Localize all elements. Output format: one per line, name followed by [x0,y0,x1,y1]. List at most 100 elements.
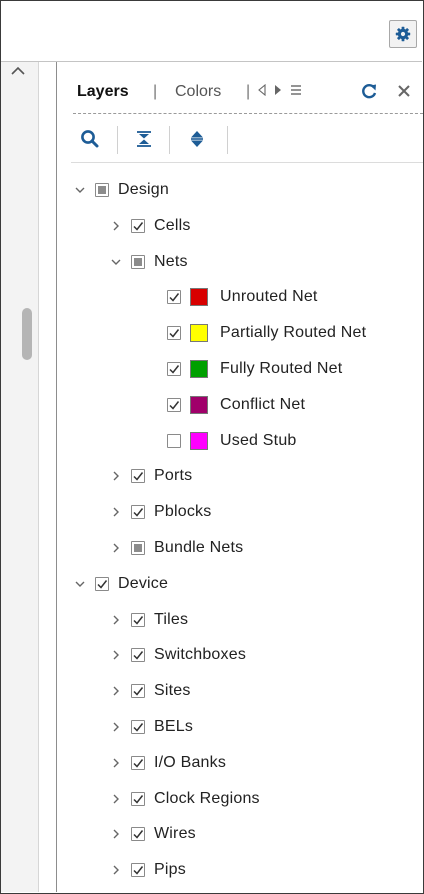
tree-label: Unrouted Net [220,288,318,306]
tree-row[interactable]: Pips [109,852,186,888]
layer-checkbox[interactable] [95,576,109,591]
tree-row[interactable]: Tiles [109,602,188,638]
tree-label: BELs [154,718,194,735]
scroll-tabs-right-icon[interactable] [273,84,283,96]
close-icon[interactable] [396,83,412,99]
tree-row[interactable]: Pblocks [109,494,211,530]
chevron-right-icon[interactable] [109,613,123,627]
search-button[interactable] [79,128,101,150]
layer-checkbox[interactable] [131,648,145,663]
tree-row[interactable]: Wires [109,816,196,852]
chevron-right-icon[interactable] [109,792,123,806]
layers-toolbar [57,116,423,161]
chevron-right-icon[interactable] [109,469,123,483]
side-gutter [1,62,39,892]
chevron-right-icon[interactable] [109,684,123,698]
chevron-right-icon[interactable] [109,756,123,770]
tree-row[interactable]: Unrouted Net [167,279,318,315]
tree-row[interactable]: Fully Routed Net [167,351,342,387]
checkmark-icon [133,508,144,517]
tree-label: Used Stub [220,431,297,449]
toolbar-bottom-divider [71,162,423,163]
partial-check-icon [134,544,142,552]
tree-row[interactable]: Switchboxes [109,637,246,673]
tree-label: Ports [154,467,193,485]
tree-row[interactable]: Cells [109,208,191,244]
checkmark-icon [133,615,144,625]
layer-checkbox[interactable] [131,684,145,699]
collapse-up-icon[interactable] [9,64,27,78]
checkmark-icon [133,866,144,875]
settings-button[interactable] [389,20,417,48]
chevron-right-icon[interactable] [109,720,123,734]
layer-checkbox[interactable] [167,290,181,305]
expand-all-button[interactable] [186,128,208,150]
checkmark-icon [133,687,144,696]
chevron-down-icon[interactable] [73,183,87,197]
tree-row[interactable]: Design [73,172,169,208]
checkmark-icon [133,472,144,482]
color-swatch[interactable] [190,395,208,414]
tree-label: Bundle Nets [154,539,244,556]
tree-row[interactable]: Sites [109,673,191,709]
layer-checkbox[interactable] [131,505,145,520]
layer-checkbox[interactable] [131,720,145,734]
tree-row[interactable]: Partially Routed Net [167,315,366,351]
tree-row[interactable]: Nets [109,244,188,280]
checkmark-icon [169,365,180,374]
tree-row[interactable]: I/O Banks [109,745,226,781]
collapse-all-icon [137,131,151,147]
color-swatch[interactable] [190,288,208,307]
layer-checkbox[interactable] [131,612,145,627]
chevron-right-icon[interactable] [109,863,123,877]
tab-list-menu-icon[interactable] [289,83,303,97]
checkmark-icon [169,400,180,410]
layer-checkbox[interactable] [131,791,145,806]
color-swatch[interactable] [190,431,208,450]
refresh-icon[interactable] [360,82,378,100]
checkmark-icon [133,758,144,768]
tab-layers[interactable]: Layers [77,82,129,102]
tree-row[interactable]: Used Stub [167,423,297,459]
color-swatch[interactable] [190,324,208,343]
chevron-down-icon[interactable] [73,577,87,591]
tree-row[interactable]: Bundle Nets [109,530,243,566]
chevron-right-icon[interactable] [109,648,123,662]
chevron-right-icon[interactable] [109,541,123,555]
vertical-scrollbar-thumb[interactable] [22,308,32,360]
tab-dashed-divider [73,113,423,114]
layer-checkbox[interactable] [167,433,181,448]
toolbar-separator [227,126,228,154]
layer-checkbox[interactable] [131,827,145,842]
scroll-tabs-left-icon[interactable] [257,84,267,96]
chevron-right-icon[interactable] [109,505,123,519]
panel-tabs: Layers | Colors | [57,62,423,115]
layer-checkbox[interactable] [95,183,109,197]
checkmark-icon [133,723,144,732]
tree-row[interactable]: Device [73,566,168,602]
layer-checkbox[interactable] [167,397,181,412]
tab-colors[interactable]: Colors [175,82,221,102]
tree-row[interactable]: Ports [109,458,192,494]
chevron-down-icon[interactable] [109,255,123,269]
layer-checkbox[interactable] [131,254,145,269]
tab-separator: | [153,83,158,100]
layer-checkbox[interactable] [167,362,181,376]
tree-label: Partially Routed Net [220,324,367,342]
chevron-right-icon[interactable] [109,827,123,841]
layer-checkbox[interactable] [131,863,145,878]
tree-row[interactable]: BELs [109,709,193,745]
tree-row[interactable]: Conflict Net [167,387,305,423]
layer-checkbox[interactable] [167,326,181,341]
toolbar-separator [169,126,170,154]
checkmark-icon [169,293,180,303]
chevron-right-icon[interactable] [109,219,123,233]
layer-checkbox[interactable] [131,541,145,555]
color-swatch[interactable] [190,360,208,378]
partial-check-icon [134,257,142,266]
layer-checkbox[interactable] [131,218,145,233]
collapse-all-button[interactable] [133,128,155,150]
layer-checkbox[interactable] [131,469,145,484]
tree-row[interactable]: Clock Regions [109,781,260,817]
layer-checkbox[interactable] [131,755,145,770]
